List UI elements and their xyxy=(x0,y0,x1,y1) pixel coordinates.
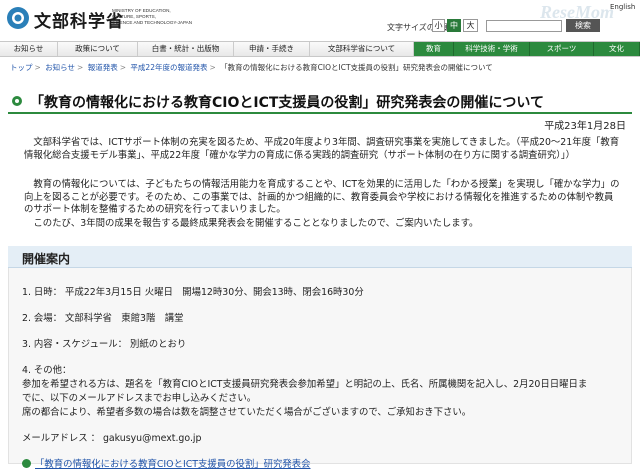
nav-item-procedures[interactable]: 申請・手続き xyxy=(234,42,310,56)
breadcrumb-separator: > xyxy=(34,63,41,72)
breadcrumb-news[interactable]: お知らせ xyxy=(45,63,75,72)
text-size-large-button[interactable]: 大 xyxy=(463,19,478,32)
breadcrumb-top[interactable]: トップ xyxy=(10,63,33,72)
nav-item-news[interactable]: お知らせ xyxy=(0,42,58,56)
search-button[interactable]: 検索 xyxy=(566,19,600,32)
title-bullet-icon xyxy=(12,96,22,106)
attachment-link[interactable]: 「教育の情報化における教育CIOとICT支援員の役割」研究発表会 xyxy=(35,459,310,470)
nav-item-about[interactable]: 文部科学省について xyxy=(310,42,414,56)
site-header: 文部科学省 MINISTRY OF EDUCATION, CULTURE, SP… xyxy=(0,0,640,40)
breadcrumb-current: 「教育の情報化における教育CIOとICT支援員の役割」研究発表会の開催について xyxy=(220,63,493,72)
nav-item-culture[interactable]: 文化 xyxy=(594,42,640,56)
event-other-text: 席の都合により、希望者多数の場合は数を調整させていただく場合がございますので、ご… xyxy=(22,407,472,418)
nav-item-sports[interactable]: スポーツ xyxy=(530,42,594,56)
event-datetime: 1. 日時： 平成22年3月15日 火曜日 開場12時30分、開会13時、閉会1… xyxy=(22,287,364,298)
nav-item-policy[interactable]: 政策について xyxy=(58,42,138,56)
breadcrumb-press[interactable]: 報道発表 xyxy=(88,63,118,72)
section-title: 開催案内 xyxy=(22,252,71,266)
nav-item-education[interactable]: 教育 xyxy=(414,42,454,56)
article-paragraph: 教育の情報化については、子どもたちの情報活用能力を育成することや、ICTを効果的… xyxy=(24,179,620,216)
breadcrumb-separator: > xyxy=(209,63,216,72)
nav-item-science[interactable]: 科学技術・学術 xyxy=(454,42,530,56)
page-title: 「教育の情報化における教育CIOとICT支援員の役割」研究発表会の開催について xyxy=(30,95,544,111)
search-input[interactable] xyxy=(486,20,562,32)
event-venue: 2. 会場： 文部科学省 東館3階 講堂 xyxy=(22,313,184,324)
nav-item-publications[interactable]: 白書・統計・出版物 xyxy=(138,42,234,56)
breadcrumb-fy22-press[interactable]: 平成22年度の報道発表 xyxy=(130,63,207,72)
article-paragraph: このたび、3年間の成果を報告する最終成果発表会を開催することとなりましたので、ご… xyxy=(33,218,479,229)
contact-email: メールアドレス ： gakusyu@mext.go.jp xyxy=(22,433,202,444)
event-other-text: 参加を希望される方は、題名を「教育CIOとICT支援員研究発表会参加希望」と明記… xyxy=(22,379,588,390)
event-other-label: 4. その他： xyxy=(22,365,72,376)
breadcrumb: トップ > お知らせ > 報道発表 > 平成22年度の報道発表 > 「教育の情報化におけ… xyxy=(10,62,493,73)
breadcrumb-separator: > xyxy=(119,63,127,72)
breadcrumb-separator: > xyxy=(77,63,84,72)
ministry-logo-icon[interactable] xyxy=(6,6,30,30)
section-header: 開催案内 xyxy=(8,246,632,268)
logo-subtitle: MINISTRY OF EDUCATION, CULTURE, SPORTS, … xyxy=(112,8,193,25)
event-other-text: でに、以下のメールアドレスまでお申し込みください。 xyxy=(22,393,257,404)
link-bullet-icon xyxy=(22,459,31,468)
text-size-medium-button[interactable]: 中 xyxy=(447,19,461,32)
page-title-bar: 「教育の情報化における教育CIOとICT支援員の役割」研究発表会の開催について xyxy=(8,88,632,114)
event-schedule: 3. 内容・スケジュール： 別紙のとおり xyxy=(22,339,187,350)
publication-date: 平成23年1月28日 xyxy=(544,121,626,132)
logo-text[interactable]: 文部科学省 xyxy=(34,7,124,32)
text-size-small-button[interactable]: 小 xyxy=(432,19,445,32)
global-nav: お知らせ 政策について 白書・統計・出版物 申請・手続き 文部科学省について 教… xyxy=(0,41,640,57)
english-link[interactable]: English xyxy=(610,3,635,11)
article-paragraph: 文部科学省では、ICTサポート体制の充実を図るため、平成20年度より3年間、調査… xyxy=(24,137,620,161)
attachment-link-row: 「教育の情報化における教育CIOとICT支援員の役割」研究発表会 xyxy=(22,456,310,470)
